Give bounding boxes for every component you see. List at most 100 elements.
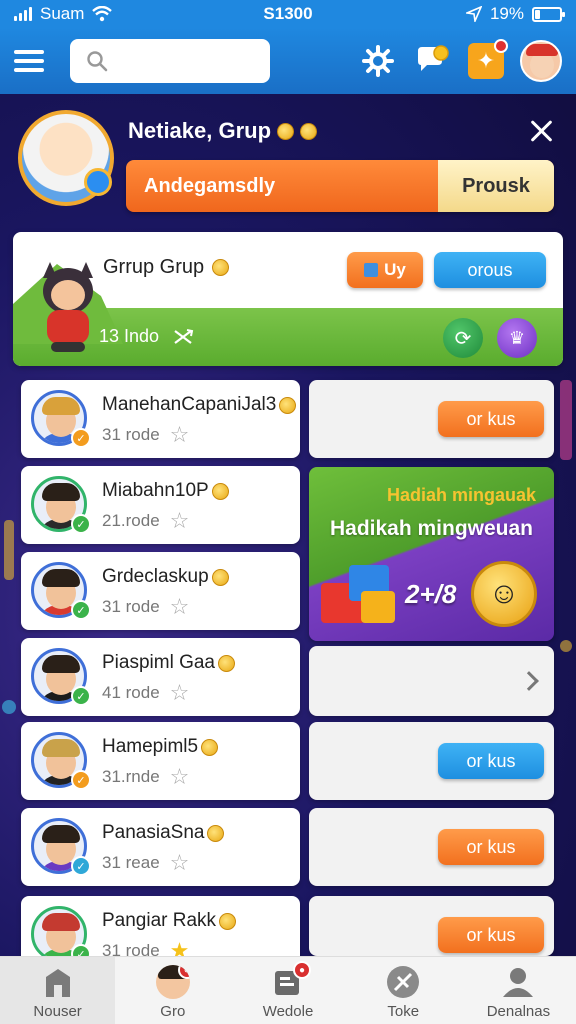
refresh-icon[interactable]: ⟳ — [443, 318, 483, 358]
status-badge: ✓ — [71, 428, 91, 448]
avatar[interactable] — [520, 40, 562, 82]
status-badge: ✓ — [71, 770, 91, 790]
member-name: PanasiaSna — [102, 822, 225, 844]
chevron-right-icon[interactable] — [519, 671, 539, 691]
nav-item-group[interactable]: ● Gro — [115, 957, 230, 1024]
coin-icon — [218, 654, 235, 672]
status-badge: ✓ — [71, 514, 91, 534]
coin-icon — [277, 122, 295, 140]
status-bar: Suam S1300 19% — [0, 0, 576, 28]
star-icon[interactable]: ☆ — [170, 596, 190, 618]
group-members: 13 Indo — [99, 326, 195, 347]
profile-bar-label: Andegamsdly — [144, 174, 276, 197]
coin-icon — [300, 122, 318, 140]
bottom-nav: Nouser ● Gro ● Wedole Toke Denalnas — [0, 956, 576, 1024]
gear-icon[interactable] — [358, 41, 398, 81]
status-badge: ✓ — [71, 856, 91, 876]
member-subtitle: 21.rode ☆ — [102, 508, 190, 533]
coin-icon — [201, 738, 219, 756]
list-item[interactable]: ✓ ManehanCapaniJal3 31 rode ☆ — [21, 380, 300, 458]
background-decoration — [560, 380, 572, 460]
or-kus-button[interactable]: or kus — [438, 401, 544, 437]
promo-banner[interactable]: Hadiah mingauak Hadikah mingweuan 2+/8 ☺ — [309, 467, 554, 641]
profile-avatar[interactable] — [18, 110, 114, 206]
home-icon — [41, 965, 75, 999]
coin-icon — [212, 259, 230, 276]
star-icon[interactable]: ☆ — [170, 766, 190, 788]
leaf-icon — [386, 965, 420, 999]
signal-icon — [14, 7, 32, 21]
profile-name: Netiake, Grup — [128, 118, 318, 144]
nav-item-profile[interactable]: Denalnas — [461, 957, 576, 1024]
coin-icon — [219, 912, 237, 930]
star-icon[interactable]: ☆ — [170, 682, 190, 704]
search-input[interactable] — [70, 39, 270, 83]
coin-icon — [207, 824, 225, 842]
nav-item-document[interactable]: ● Wedole — [230, 957, 345, 1024]
star-icon[interactable]: ☆ — [170, 424, 190, 446]
chat-icon[interactable] — [412, 41, 452, 81]
or-kus-button[interactable]: or kus — [438, 917, 544, 953]
battery-percent: 19% — [489, 4, 524, 23]
action-panel: or kus — [309, 722, 554, 800]
list-item[interactable]: ✓ Grdeclaskup 31 rode ☆ — [21, 552, 300, 630]
carrier-label: Suam — [40, 4, 85, 23]
group-title: Grrup Grup — [103, 256, 230, 279]
profile-bar-button[interactable]: Prousk — [438, 160, 554, 212]
mascot-image — [35, 260, 101, 356]
background-decoration — [4, 520, 14, 580]
gift-icon[interactable]: ✦ — [466, 39, 508, 81]
action-panel: or kus — [309, 808, 554, 886]
close-icon[interactable] — [528, 118, 554, 144]
gift-boxes-icon — [321, 559, 401, 625]
notification-badge — [494, 39, 508, 53]
member-name: Pangiar Rakk — [102, 910, 237, 932]
member-name: Miabahn10P — [102, 480, 229, 502]
member-name: ManehanCapaniJal3 — [102, 394, 297, 416]
member-name: Grdeclaskup — [102, 566, 229, 588]
member-name: Hamepiml5 — [102, 736, 219, 758]
expand-panel — [309, 646, 554, 716]
list-item[interactable]: ✓ Piaspiml Gaa 41 rode ☆ — [21, 638, 300, 716]
profile-header: Netiake, Grup Andegamsdly Prousk — [0, 94, 576, 232]
member-subtitle: 41 rode ☆ — [102, 680, 190, 705]
or-kus-button[interactable]: or kus — [438, 829, 544, 865]
notification-badge: ● — [293, 961, 311, 979]
member-subtitle: 31 rode ☆ — [102, 594, 190, 619]
action-panel: or kus — [309, 896, 554, 956]
wifi-icon — [92, 6, 113, 22]
action-panel: or kus — [309, 380, 554, 458]
status-badge: ✓ — [71, 600, 91, 620]
nav-item-home[interactable]: Nouser — [0, 957, 116, 1024]
group-uy-button[interactable]: Uy — [347, 252, 423, 288]
app-bar: ✦ — [0, 28, 576, 94]
document-icon: ● — [271, 961, 311, 999]
group-orous-button[interactable]: orous — [434, 252, 546, 288]
group-card[interactable]: Grrup Grup Uy orous 13 Indo ⟳ ♛ — [13, 232, 563, 366]
location-icon — [465, 6, 482, 22]
promo-subtitle: Hadiah mingauak — [386, 485, 536, 505]
nav-item-toke[interactable]: Toke — [346, 957, 461, 1024]
shuffle-icon[interactable] — [173, 328, 195, 346]
crown-icon[interactable]: ♛ — [497, 318, 537, 358]
member-name: Piaspiml Gaa — [102, 652, 235, 674]
background-decoration — [560, 640, 572, 652]
star-icon[interactable]: ☆ — [170, 852, 190, 874]
coin-icon — [211, 482, 229, 500]
coin-icon: ☺ — [471, 561, 537, 627]
member-subtitle: 31.rnde ☆ — [102, 764, 190, 789]
list-item[interactable]: ✓ Hamepiml5 31.rnde ☆ — [21, 722, 300, 800]
list-item[interactable]: ✓ PanasiaSna 31 reae ☆ — [21, 808, 300, 886]
search-icon — [87, 51, 108, 72]
profile-icon — [501, 965, 535, 999]
profile-action-bar: Andegamsdly Prousk — [126, 160, 554, 212]
menu-icon[interactable] — [14, 50, 44, 72]
list-item[interactable]: ✓ Miabahn10P 21.rode ☆ — [21, 466, 300, 544]
member-subtitle: 31 rode ☆ — [102, 422, 190, 447]
battery-icon — [532, 6, 565, 22]
background-decoration — [2, 700, 16, 714]
star-icon[interactable]: ☆ — [170, 510, 190, 532]
or-kus-button[interactable]: or kus — [438, 743, 544, 779]
status-badge: ✓ — [71, 686, 91, 706]
promo-amount: 2+/8 — [405, 579, 457, 609]
